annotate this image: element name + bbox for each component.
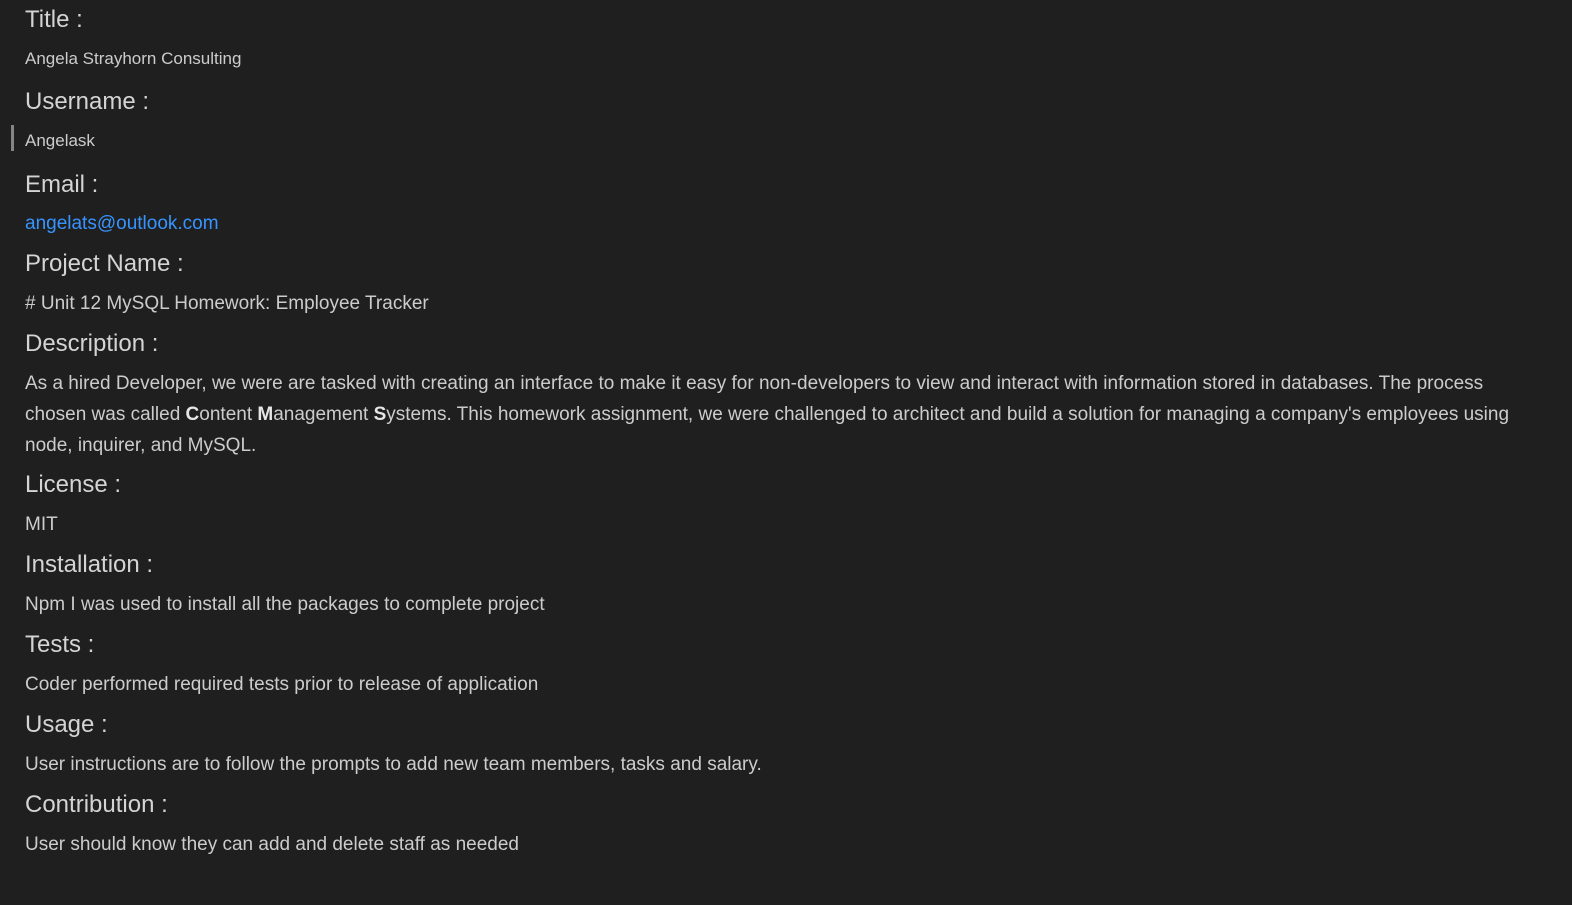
description-c-bold: C	[185, 404, 200, 425]
tests-section: Tests : Coder performed required tests p…	[25, 629, 538, 700]
username-section: Username : Angelask	[25, 86, 149, 156]
project-name-heading: Project Name :	[25, 250, 184, 277]
description-c-rest: ontent	[199, 404, 258, 425]
contribution-section: Contribution : User should know they can…	[25, 789, 519, 860]
project-name-value: # Unit 12 MySQL Homework: Employee Track…	[25, 293, 429, 314]
usage-heading: Usage :	[25, 711, 108, 738]
contribution-value: User should know they can add and delete…	[25, 834, 519, 855]
username-value: Angelask	[25, 131, 95, 150]
email-heading: Email :	[25, 171, 99, 198]
email-value: angelats@outlook.com	[25, 208, 219, 239]
project-name-section: Project Name : # Unit 12 MySQL Homework:…	[25, 248, 429, 319]
username-heading: Username :	[25, 88, 150, 115]
license-section: License : MIT	[25, 469, 121, 540]
license-value: MIT	[25, 514, 58, 535]
email-link[interactable]: angelats@outlook.com	[25, 213, 219, 234]
installation-value: Npm I was used to install all the packag…	[25, 594, 545, 615]
title-heading: Title :	[25, 6, 83, 33]
description-m-rest: anagement	[273, 404, 374, 425]
description-section: Description : As a hired Developer, we w…	[25, 328, 1530, 461]
tests-value: Coder performed required tests prior to …	[25, 674, 539, 695]
email-section: Email : angelats@outlook.com	[25, 169, 219, 239]
installation-heading: Installation :	[25, 551, 154, 578]
usage-section: Usage : User instructions are to follow …	[25, 709, 762, 780]
description-m-bold: M	[257, 404, 274, 425]
usage-value: User instructions are to follow the prom…	[25, 754, 762, 775]
title-value: Angela Strayhorn Consulting	[25, 49, 242, 68]
contribution-heading: Contribution :	[25, 791, 168, 818]
editor-cursor-marker	[11, 125, 14, 151]
description-s-bold: S	[373, 404, 387, 425]
tests-heading: Tests :	[25, 631, 95, 658]
description-heading: Description :	[25, 330, 159, 357]
installation-section: Installation : Npm I was used to install…	[25, 549, 545, 620]
license-heading: License :	[25, 471, 122, 498]
description-text: As a hired Developer, we were are tasked…	[25, 368, 1530, 461]
title-section: Title : Angela Strayhorn Consulting	[25, 4, 241, 74]
